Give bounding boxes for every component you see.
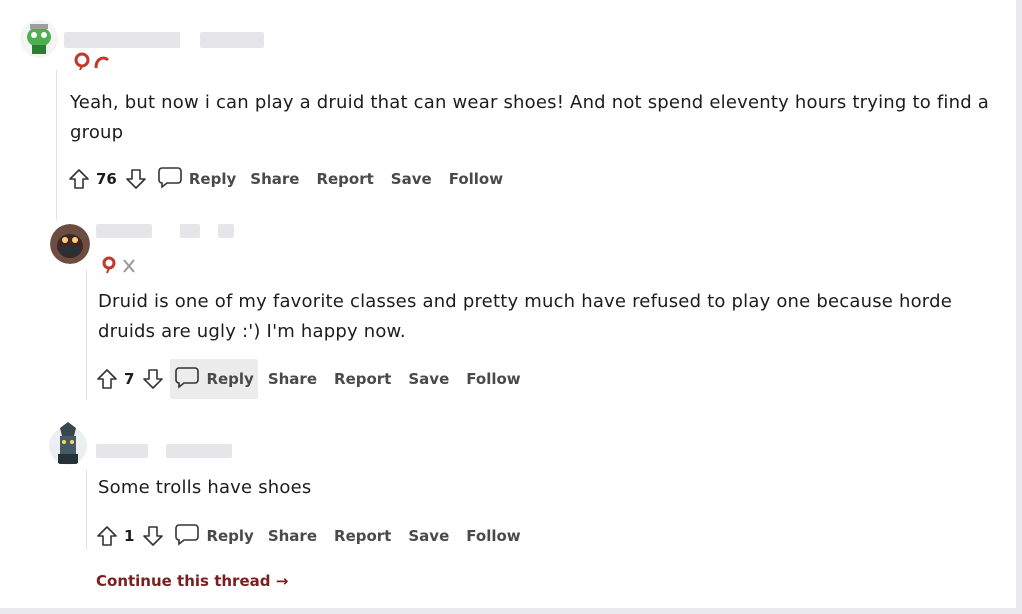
comment-bubble-icon xyxy=(174,365,200,393)
flair-icon xyxy=(102,256,142,278)
follow-button[interactable]: Follow xyxy=(466,527,520,545)
upvote-icon[interactable] xyxy=(94,523,120,549)
continue-thread-label: Continue this thread xyxy=(96,572,271,590)
timestamp-blurred xyxy=(218,224,234,238)
comment-body: Yeah, but now i can play a druid that ca… xyxy=(70,88,989,148)
report-button[interactable]: Report xyxy=(316,170,373,188)
follow-button[interactable]: Follow xyxy=(466,370,520,388)
downvote-icon[interactable] xyxy=(123,166,149,192)
comment-actions: 76 Reply Share Report Save Follow xyxy=(66,163,520,195)
flair-icon xyxy=(74,52,114,74)
reply-label: Reply xyxy=(188,170,237,188)
thread-line[interactable] xyxy=(86,270,87,400)
save-button[interactable]: Save xyxy=(408,370,449,388)
arrow-right-icon: → xyxy=(275,572,289,590)
downvote-icon[interactable] xyxy=(140,366,166,392)
avatar[interactable] xyxy=(50,224,90,264)
save-button[interactable]: Save xyxy=(391,170,432,188)
username-blurred xyxy=(64,32,180,48)
comment-body: Some trolls have shoes xyxy=(98,473,311,503)
thread-line[interactable] xyxy=(86,470,87,550)
upvote-icon[interactable] xyxy=(66,166,92,192)
share-button[interactable]: Share xyxy=(250,170,299,188)
downvote-icon[interactable] xyxy=(140,523,166,549)
report-button[interactable]: Report xyxy=(334,527,391,545)
vote-count: 7 xyxy=(124,370,135,388)
avatar[interactable] xyxy=(20,20,58,58)
share-button[interactable]: Share xyxy=(268,527,317,545)
reply-button[interactable]: Reply xyxy=(153,159,240,199)
report-button[interactable]: Report xyxy=(334,370,391,388)
reply-button[interactable]: Reply xyxy=(170,516,257,556)
upvote-icon[interactable] xyxy=(94,366,120,392)
reply-label: Reply xyxy=(206,370,254,388)
timestamp-blurred xyxy=(200,32,264,48)
comment-line: Yeah, but now i can play a druid that ca… xyxy=(70,92,989,113)
comment-actions: 1 Reply Share Report Save Follow xyxy=(94,520,538,552)
save-button[interactable]: Save xyxy=(408,527,449,545)
username-blurred xyxy=(96,224,152,238)
comment-body: Druid is one of my favorite classes and … xyxy=(98,287,952,347)
username-blurred xyxy=(96,444,148,458)
comment-line: druids are ugly :') I'm happy now. xyxy=(98,321,406,342)
comment-line: group xyxy=(70,122,124,143)
thread-line[interactable] xyxy=(56,70,57,220)
follow-button[interactable]: Follow xyxy=(449,170,503,188)
avatar[interactable] xyxy=(48,422,88,466)
timestamp-blurred xyxy=(166,444,232,458)
comment-line: Druid is one of my favorite classes and … xyxy=(98,291,952,312)
comment-line: Some trolls have shoes xyxy=(98,477,312,498)
vote-count: 1 xyxy=(124,527,135,545)
username-blurred xyxy=(180,224,200,238)
comment-actions: 7 Reply Share Report Save Follow xyxy=(94,359,538,399)
reply-button[interactable]: Reply xyxy=(170,359,258,399)
thread-container: Yeah, but now i can play a druid that ca… xyxy=(0,0,1022,614)
comment-bubble-icon xyxy=(174,522,200,550)
comment-bubble-icon xyxy=(157,165,183,193)
continue-thread-link[interactable]: Continue this thread → xyxy=(96,572,288,590)
vote-count: 76 xyxy=(96,170,117,188)
reply-label: Reply xyxy=(206,527,254,545)
share-button[interactable]: Share xyxy=(268,370,317,388)
